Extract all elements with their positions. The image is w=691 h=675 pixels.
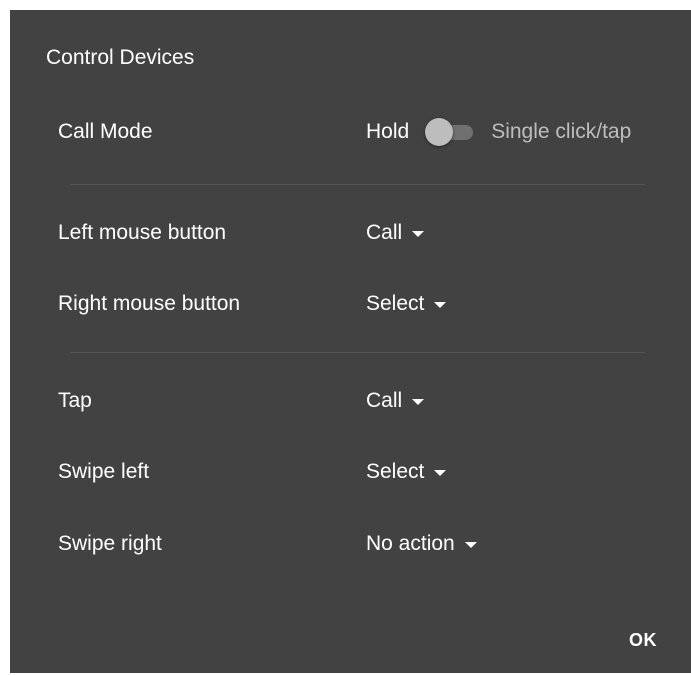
call-mode-row: Call Mode Hold Single click/tap — [58, 112, 691, 152]
tap-label: Tap — [58, 389, 92, 412]
caret-down-icon — [412, 231, 425, 237]
switch-thumb — [425, 118, 454, 146]
control-devices-dialog: Control Devices Call Mode Hold Single cl… — [10, 10, 691, 673]
swipe-left-dropdown[interactable]: Select — [366, 460, 447, 484]
call-mode-hold-label: Hold — [366, 120, 410, 143]
divider — [70, 352, 645, 353]
dialog-title: Control Devices — [46, 46, 195, 69]
tap-dropdown[interactable]: Call — [366, 389, 425, 413]
swipe-right-row: Swipe right No action — [58, 524, 691, 564]
ok-button[interactable]: OK — [627, 626, 659, 655]
call-mode-toggle-group: Hold Single click/tap — [366, 117, 631, 147]
left-mouse-button-label: Left mouse button — [58, 221, 227, 244]
right-mouse-button-dropdown[interactable]: Select — [366, 292, 447, 316]
tap-row: Tap Call — [58, 381, 691, 421]
divider — [70, 184, 645, 185]
swipe-left-label: Swipe left — [58, 460, 150, 483]
call-mode-switch[interactable] — [423, 117, 477, 147]
tap-value: Call — [366, 389, 403, 412]
left-mouse-button-row: Left mouse button Call — [58, 213, 691, 253]
swipe-right-dropdown[interactable]: No action — [366, 532, 477, 556]
left-mouse-button-dropdown[interactable]: Call — [366, 221, 425, 245]
call-mode-single-click-label: Single click/tap — [491, 120, 632, 143]
call-mode-label: Call Mode — [58, 120, 153, 143]
caret-down-icon — [434, 302, 447, 308]
right-mouse-button-row: Right mouse button Select — [58, 284, 691, 324]
swipe-left-row: Swipe left Select — [58, 452, 691, 492]
left-mouse-button-value: Call — [366, 221, 403, 244]
caret-down-icon — [412, 399, 425, 405]
swipe-left-value: Select — [366, 460, 425, 483]
swipe-right-label: Swipe right — [58, 532, 162, 555]
swipe-right-value: No action — [366, 532, 455, 555]
caret-down-icon — [434, 470, 447, 476]
right-mouse-button-value: Select — [366, 292, 425, 315]
caret-down-icon — [464, 542, 477, 548]
right-mouse-button-label: Right mouse button — [58, 292, 241, 315]
